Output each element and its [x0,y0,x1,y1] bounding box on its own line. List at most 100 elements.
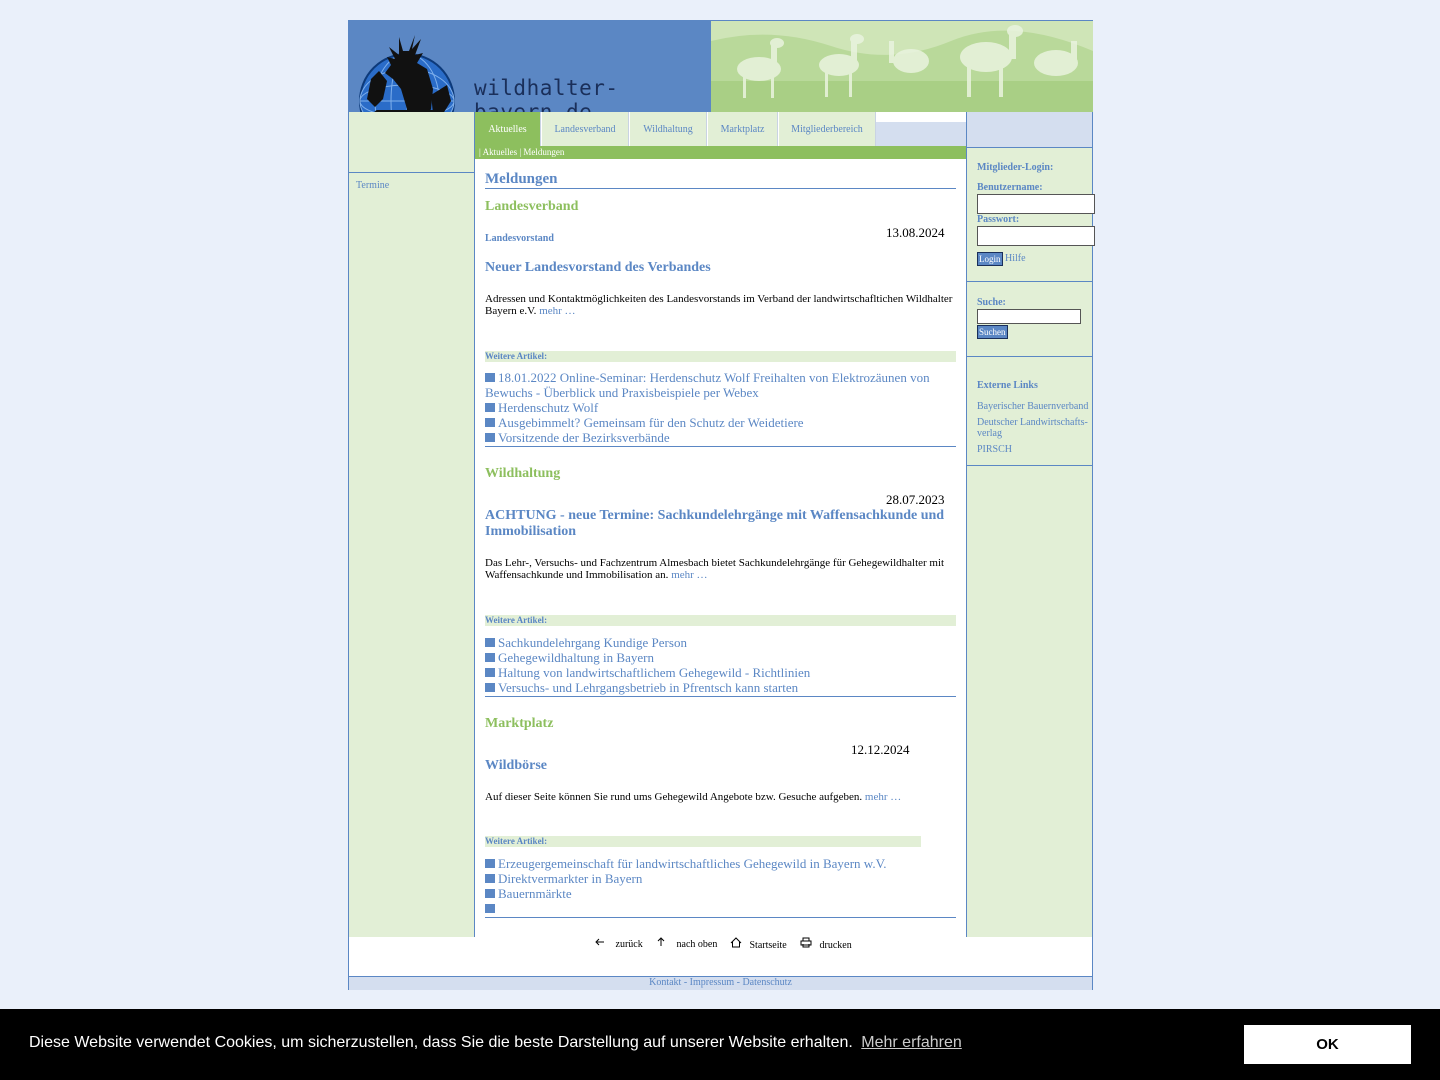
divider [349,172,474,173]
square-bullet-icon [485,373,495,382]
news-headline[interactable]: Neuer Landesvorstand des Verbandes [485,260,955,276]
list-item[interactable]: Bauernmärkte [485,886,955,901]
cookie-ok-button[interactable]: OK [1244,1025,1411,1064]
news-headline[interactable]: ACHTUNG - neue Termine: Sachkundelehrgän… [485,508,955,540]
nav-filler [876,112,966,122]
news-teaser: Das Lehr-, Versuchs- und Fachzentrum Alm… [485,557,955,581]
list-item[interactable]: Erzeugergemeinschaft für landwirtschaftl… [485,856,955,871]
password-label: Passwort: [977,214,1020,225]
top-link[interactable]: nach oben [656,937,717,950]
tab-marktplatz[interactable]: Marktplatz [708,112,778,146]
footer: Kontakt - Impressum - Datenschutz [349,976,1092,990]
list-item[interactable]: Ausgebimmelt? Gemeinsam für den Schutz d… [485,415,955,430]
printer-icon [800,937,812,948]
divider [485,696,956,697]
list-item-label: Versuchs- und Lehrgangsbetrieb in Pfrent… [498,680,799,695]
list-item-label: Gehegewildhaltung in Bayern [498,650,654,665]
list-item-label: Direktvermarkter in Bayern [498,871,643,886]
password-field[interactable] [977,226,1095,246]
divider [967,281,1092,282]
breadcrumb-separator: | [479,147,481,157]
username-label: Benutzername: [977,182,1043,193]
news-headline[interactable]: Wildbörse [485,758,955,774]
square-bullet-icon [485,418,495,427]
more-link[interactable]: mehr … [539,305,575,317]
teaser-text: Das Lehr-, Versuchs- und Fachzentrum Alm… [485,557,945,581]
list-item[interactable]: 18.01.2022 Online-Seminar: Herdenschutz … [485,370,955,400]
list-item[interactable]: Direktvermarkter in Bayern [485,871,955,886]
breadcrumb-meldungen[interactable]: Meldungen [523,147,564,157]
footer-impressum-link[interactable]: Impressum [690,977,734,988]
footer-separator: - [736,977,740,988]
news-teaser: Auf dieser Seite können Sie rund ums Geh… [485,791,955,803]
help-link[interactable]: Hilfe [1005,253,1026,264]
list-item-label: Sachkundelehrgang Kundige Person [498,635,687,650]
breadcrumb-aktuelles[interactable]: Aktuelles [483,147,518,157]
square-bullet-icon [485,668,495,677]
article-list: 18.01.2022 Online-Seminar: Herdenschutz … [485,370,955,445]
list-item[interactable]: Herdenschutz Wolf [485,400,955,415]
username-field[interactable] [977,194,1095,214]
sidebar-top-band [967,112,1092,148]
main-nav: Aktuelles Landesverband Wildhaltung Mark… [475,112,966,146]
right-sidebar: Mitglieder-Login: Benutzername: Passwort… [966,112,1095,937]
page-frame: wildhalter-bayern.de [348,20,1095,990]
print-link[interactable]: drucken [800,937,852,951]
tab-aktuelles[interactable]: Aktuelles [475,112,541,146]
login-button[interactable]: Login [977,252,1003,266]
footer-kontakt-link[interactable]: Kontakt [649,977,681,988]
more-link[interactable]: mehr … [671,569,707,581]
list-item[interactable]: Haltung von landwirtschaftlichem Gehegew… [485,665,955,680]
news-date: 12.12.2024 [851,742,910,757]
page-title: Meldungen [485,171,558,187]
square-bullet-icon [485,433,495,442]
arrow-left-icon [595,938,604,946]
header-deer-photo [711,21,1093,112]
square-bullet-icon [485,859,495,868]
list-item[interactable]: Vorsitzende der Bezirksverbände [485,430,955,445]
square-bullet-icon [485,904,495,913]
news-teaser: Adressen und Kontaktmöglichkeiten des La… [485,293,955,317]
divider [967,465,1092,466]
list-item[interactable]: Sachkundelehrgang Kundige Person [485,635,955,650]
square-bullet-icon [485,403,495,412]
external-link-bauernverband[interactable]: Bayerischer Bauernverband [977,401,1089,412]
list-item[interactable] [485,901,955,916]
section-heading: Wildhaltung [485,466,561,481]
tab-mitgliederbereich[interactable]: Mitgliederbereich [779,112,876,146]
back-label: zurück [615,939,643,950]
more-link[interactable]: mehr … [865,791,901,803]
news-date: 13.08.2024 [886,225,945,240]
category-label: Landesvorstand [485,233,554,244]
back-link[interactable]: zurück [595,937,643,950]
divider [485,446,956,447]
teaser-text: Auf dieser Seite können Sie rund ums Geh… [485,791,863,803]
divider [485,188,956,189]
list-item-label: Herdenschutz Wolf [498,400,599,415]
tab-landesverband[interactable]: Landesverband [542,112,629,146]
home-link[interactable]: Startseite [730,937,787,951]
search-button[interactable]: Suchen [977,325,1008,339]
square-bullet-icon [485,653,495,662]
external-links-title: Externe Links [977,380,1038,391]
footer-datenschutz-link[interactable]: Datenschutz [742,977,791,988]
search-label: Suche: [977,297,1006,308]
news-date: 28.07.2023 [886,492,945,507]
search-input[interactable] [977,309,1081,324]
list-item-label: Ausgebimmelt? Gemeinsam für den Schutz d… [498,415,804,430]
further-articles-label: Weitere Artikel: [485,615,956,626]
list-item-label: 18.01.2022 Online-Seminar: Herdenschutz … [485,370,930,400]
list-item-label: Erzeugergemeinschaft für landwirtschaftl… [498,856,887,871]
sidebar-item-termine[interactable]: Termine [356,180,389,191]
external-link-landwirtschaftsverlag[interactable]: Deutscher Landwirtschafts-verlag [977,417,1089,439]
breadcrumb: | Aktuelles | Meldungen [475,146,966,159]
further-articles-label: Weitere Artikel: [485,351,956,362]
external-link-pirsch[interactable]: PIRSCH [977,444,1089,455]
list-item-label: Vorsitzende der Bezirksverbände [498,430,670,445]
cookie-learn-more-link[interactable]: Mehr erfahren [861,1034,962,1051]
tab-wildhaltung[interactable]: Wildhaltung [630,112,707,146]
cookie-message-text: Diese Website verwendet Cookies, um sich… [29,1034,853,1051]
list-item[interactable]: Versuchs- und Lehrgangsbetrieb in Pfrent… [485,680,955,695]
list-item[interactable]: Gehegewildhaltung in Bayern [485,650,955,665]
footer-separator: - [683,977,688,988]
